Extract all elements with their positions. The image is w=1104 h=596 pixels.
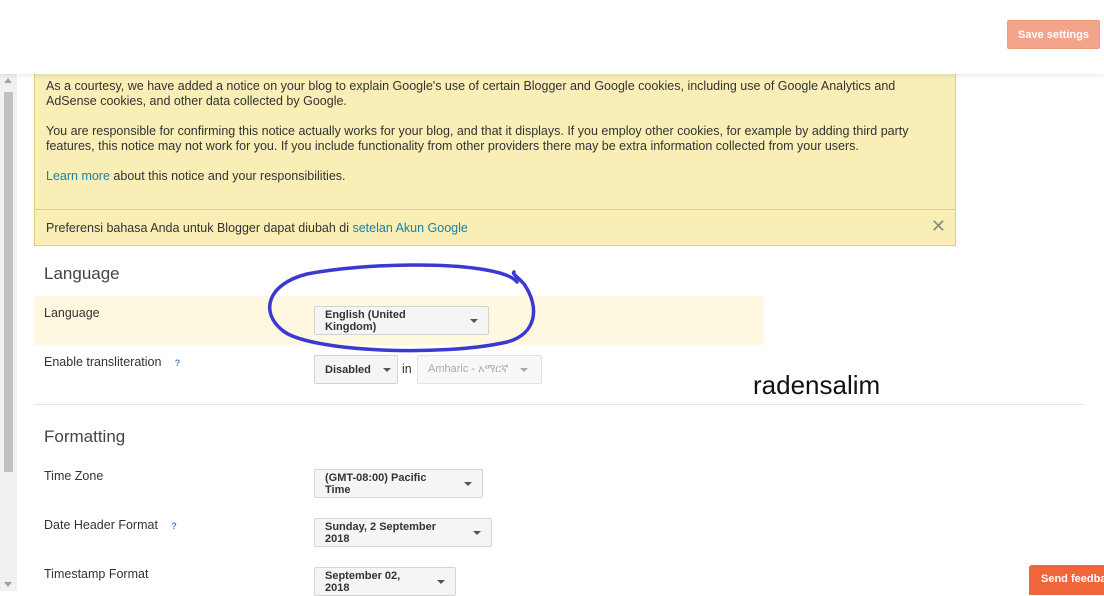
chevron-down-icon bbox=[464, 481, 472, 486]
help-icon[interactable]: ? bbox=[171, 357, 183, 369]
in-label: in bbox=[402, 362, 412, 376]
chevron-down-icon bbox=[473, 530, 481, 535]
transliteration-label: Enable transliteration? bbox=[44, 355, 183, 369]
language-section-title: Language bbox=[44, 264, 120, 283]
transliteration-language-select: Amharic - አማርኛ bbox=[417, 355, 542, 384]
vertical-scrollbar[interactable] bbox=[0, 74, 17, 591]
watermark-text: radensalim bbox=[753, 370, 881, 400]
close-icon[interactable]: ✕ bbox=[931, 216, 946, 237]
date-header-select[interactable]: Sunday, 2 September 2018 bbox=[314, 518, 492, 547]
timestamp-label: Timestamp Format bbox=[44, 567, 149, 581]
transliteration-select-value: Disabled bbox=[325, 363, 371, 376]
section-divider bbox=[34, 404, 1084, 405]
timezone-select[interactable]: (GMT-08:00) Pacific Time bbox=[314, 469, 483, 498]
scroll-up-icon[interactable] bbox=[4, 78, 12, 83]
date-header-label-text: Date Header Format bbox=[44, 518, 158, 532]
top-bar: Save settings bbox=[0, 0, 1104, 74]
chevron-down-icon bbox=[382, 367, 391, 372]
annotation-circle bbox=[268, 263, 536, 353]
date-header-select-value: Sunday, 2 September 2018 bbox=[325, 520, 437, 545]
transliteration-label-text: Enable transliteration bbox=[44, 355, 162, 369]
learn-more-link[interactable]: Learn more bbox=[46, 169, 110, 183]
formatting-section-title: Formatting bbox=[44, 427, 126, 446]
timezone-label: Time Zone bbox=[44, 469, 104, 483]
timezone-select-value: (GMT-08:00) Pacific Time bbox=[325, 471, 427, 496]
transliteration-select[interactable]: Disabled bbox=[314, 355, 398, 384]
notice-paragraph-2: You are responsible for confirming this … bbox=[46, 124, 909, 153]
save-settings-button[interactable]: Save settings bbox=[1007, 20, 1100, 49]
scroll-thumb[interactable] bbox=[4, 92, 13, 472]
language-notice-text: Preferensi bahasa Anda untuk Blogger dap… bbox=[46, 221, 353, 235]
timestamp-select-value: September 02, 2018 bbox=[325, 569, 401, 594]
chevron-down-icon bbox=[437, 579, 445, 584]
chevron-down-icon bbox=[520, 367, 529, 372]
notice-paragraph-3: Learn more about this notice and your re… bbox=[46, 169, 911, 184]
help-icon[interactable]: ? bbox=[168, 520, 180, 532]
language-label: Language bbox=[44, 306, 100, 320]
timestamp-select[interactable]: September 02, 2018 bbox=[314, 567, 456, 596]
language-notice: Preferensi bahasa Anda untuk Blogger dap… bbox=[34, 209, 956, 246]
date-header-label: Date Header Format? bbox=[44, 518, 180, 532]
transliteration-language-value: Amharic - አማርኛ bbox=[428, 363, 509, 375]
learn-more-rest: about this notice and your responsibilit… bbox=[109, 169, 346, 183]
notice-paragraph-1: As a courtesy, we have added a notice on… bbox=[46, 79, 896, 108]
cookie-notice: As a courtesy, we have added a notice on… bbox=[34, 70, 956, 210]
google-account-settings-link[interactable]: setelan Akun Google bbox=[352, 221, 467, 235]
scroll-down-icon[interactable] bbox=[4, 582, 12, 587]
